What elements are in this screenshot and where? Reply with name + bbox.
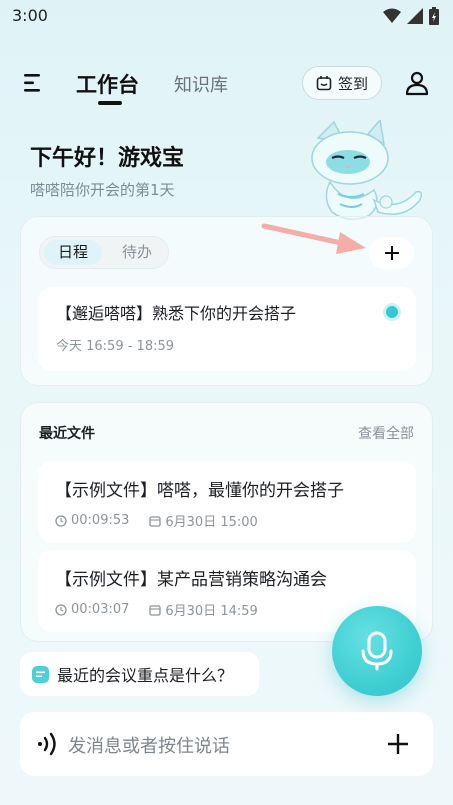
file-name: 【示例文件】嗒嗒，最懂你的开会搭子 [55,481,344,501]
file-date: 6月30日 14:59 [165,604,258,619]
file-name: 【示例文件】某产品营销策略沟通会 [55,570,327,590]
schedule-card: 日程 待办 【邂逅嗒嗒】熟悉下你的开会搭子 今天 16:59 - 18:59 [20,216,433,386]
microphone-icon [361,631,393,671]
voice-record-button[interactable] [332,606,422,696]
signin-label: 签到 [337,74,368,93]
clock-icon [55,603,67,616]
message-input-bar[interactable]: 发消息或者按住说话 [20,712,433,776]
file-date: 6月30日 15:00 [165,515,258,530]
status-time: 3:00 [12,6,48,25]
menu-icon[interactable] [22,72,46,94]
recent-files-title: 最近文件 [39,426,95,442]
active-tab-indicator [98,101,122,105]
voice-wave-icon[interactable] [35,732,61,756]
view-all-link[interactable]: 查看全部 [358,423,414,443]
schedule-event-item[interactable]: 【邂逅嗒嗒】熟悉下你的开会搭子 今天 16:59 - 18:59 [38,287,416,371]
file-duration: 00:09:53 [71,513,130,528]
calendar-icon [316,76,332,91]
greeting-title: 下午好！游戏宝 [30,146,185,171]
plus-icon[interactable] [386,732,410,756]
cat-mascot-icon [311,120,423,220]
event-time: 今天 16:59 - 18:59 [56,339,175,354]
top-bar: 工作台 知识库 签到 [0,60,453,108]
message-input-placeholder[interactable]: 发消息或者按住说话 [68,732,230,758]
schedule-segment-control: 日程 待办 [39,236,169,269]
calendar-small-icon [149,515,162,527]
signal-icon [407,8,423,24]
wifi-icon [383,8,401,23]
file-meta: 00:09:53 6月30日 15:00 [55,511,258,530]
tab-workbench[interactable]: 工作台 [76,69,139,99]
add-schedule-button[interactable] [369,237,414,269]
file-item[interactable]: 【示例文件】嗒嗒，最懂你的开会搭子 00:09:53 6月30日 15:00 [38,461,416,543]
file-meta: 00:03:07 6月30日 14:59 [55,600,258,619]
status-icons [383,7,439,25]
status-bar: 3:00 [0,0,453,32]
signin-button[interactable]: 签到 [302,66,382,100]
suggestion-chip[interactable]: 最近的会议重点是什么？ [20,652,259,696]
event-title: 【邂逅嗒嗒】熟悉下你的开会搭子 [56,304,297,323]
file-duration: 00:03:07 [71,602,130,617]
tab-knowledge-base[interactable]: 知识库 [174,71,228,97]
clock-icon [55,514,67,527]
battery-icon [429,7,439,25]
chat-bubble-icon [32,665,49,683]
suggestion-text: 最近的会议重点是什么？ [57,666,234,685]
plus-icon [384,246,399,260]
user-icon[interactable] [404,70,430,96]
calendar-small-icon [149,604,162,616]
event-status-dot [386,306,398,318]
greeting-subtitle: 嗒嗒陪你开会的第1天 [30,181,175,199]
tab-todo[interactable]: 待办 [112,240,162,265]
tab-schedule[interactable]: 日程 [44,240,102,265]
